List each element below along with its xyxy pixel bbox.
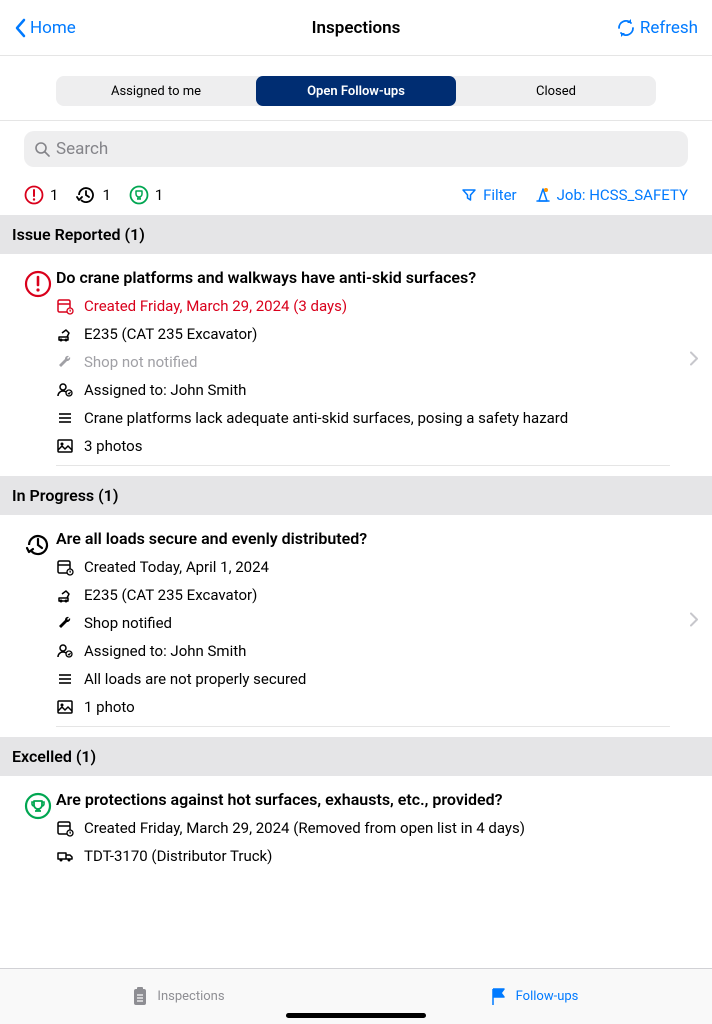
item-title: Are all loads secure and evenly distribu…: [56, 529, 670, 548]
job-label: Job: HCSS_SAFETY: [557, 186, 688, 204]
section-header-excelled: Excelled (1): [0, 737, 712, 776]
item-shop: Shop notified: [84, 614, 172, 632]
filter-label: Filter: [483, 186, 517, 204]
tab-followups-label: Follow-ups: [516, 989, 579, 1004]
search-container: Search: [0, 120, 712, 175]
wrench-icon: [56, 353, 74, 371]
item-equipment-row: TDT-3170 (Distributor Truck): [56, 847, 670, 865]
filter-bar: 1 1 1 Filter Job: HCSS_SAFETY: [0, 175, 712, 215]
followup-item[interactable]: Are protections against hot surfaces, ex…: [0, 776, 712, 875]
excavator-icon: [56, 325, 74, 343]
item-notes-row: Crane platforms lack adequate anti-skid …: [56, 409, 670, 427]
item-photos-row: 1 photo: [56, 698, 670, 716]
item-equipment: E235 (CAT 235 Excavator): [84, 586, 257, 604]
calendar-icon: [56, 558, 74, 576]
alert-icon: [24, 185, 44, 205]
back-label: Home: [30, 18, 76, 38]
stat-excelled-count: 1: [155, 186, 163, 204]
refresh-button[interactable]: Refresh: [616, 18, 698, 38]
item-created: Created Today, April 1, 2024: [84, 558, 269, 576]
list-icon: [56, 670, 74, 688]
calendar-icon: [56, 819, 74, 837]
wrench-icon: [56, 614, 74, 632]
nav-header: Home Inspections Refresh: [0, 0, 712, 56]
stat-issue-count: 1: [50, 186, 58, 204]
list-icon: [56, 409, 74, 427]
tab-inspections-label: Inspections: [157, 989, 224, 1004]
item-created-row: Created Friday, March 29, 2024 (Removed …: [56, 819, 670, 837]
history-icon: [76, 185, 96, 205]
search-placeholder: Search: [56, 139, 108, 159]
flag-icon: [490, 987, 508, 1007]
tab-assigned[interactable]: Assigned to me: [56, 76, 256, 106]
tab-open-followups[interactable]: Open Follow-ups: [256, 76, 456, 106]
calendar-icon: [56, 297, 74, 315]
search-input[interactable]: Search: [24, 131, 688, 167]
item-equipment: E235 (CAT 235 Excavator): [84, 325, 257, 343]
user-icon: [56, 381, 74, 399]
item-photos-row: 3 photos: [56, 437, 670, 455]
item-title: Do crane platforms and walkways have ant…: [56, 268, 670, 287]
truck-icon: [56, 847, 74, 865]
stat-issue: 1: [24, 185, 58, 205]
back-button[interactable]: Home: [14, 18, 76, 38]
item-notes: Crane platforms lack adequate anti-skid …: [84, 409, 568, 427]
item-created-row: Created Today, April 1, 2024: [56, 558, 670, 576]
search-icon: [34, 141, 50, 157]
stat-excelled: 1: [129, 185, 163, 205]
followup-item[interactable]: Do crane platforms and walkways have ant…: [0, 254, 712, 466]
followup-item[interactable]: Are all loads secure and evenly distribu…: [0, 515, 712, 727]
segmented-control-container: Assigned to me Open Follow-ups Closed: [0, 56, 712, 120]
item-shop-row: Shop notified: [56, 614, 670, 632]
item-created: Created Friday, March 29, 2024 (Removed …: [84, 819, 525, 837]
trophy-icon: [24, 792, 52, 820]
item-shop: Shop not notified: [84, 353, 197, 371]
home-indicator: [286, 1013, 426, 1018]
page-title: Inspections: [312, 18, 401, 38]
refresh-label: Refresh: [640, 18, 698, 38]
job-button[interactable]: Job: HCSS_SAFETY: [535, 186, 688, 204]
user-icon: [56, 642, 74, 660]
refresh-icon: [616, 18, 636, 38]
chevron-left-icon: [14, 18, 26, 38]
stat-progress: 1: [76, 185, 110, 205]
filter-button[interactable]: Filter: [461, 186, 517, 204]
item-created-row: Created Friday, March 29, 2024 (3 days): [56, 297, 670, 315]
segmented-control: Assigned to me Open Follow-ups Closed: [56, 76, 656, 106]
stat-progress-count: 1: [102, 186, 110, 204]
item-equipment-row: E235 (CAT 235 Excavator): [56, 325, 670, 343]
item-equipment-row: E235 (CAT 235 Excavator): [56, 586, 670, 604]
item-assigned: Assigned to: John Smith: [84, 642, 246, 660]
tab-closed[interactable]: Closed: [456, 76, 656, 106]
chevron-right-icon: [690, 351, 698, 370]
item-title: Are protections against hot surfaces, ex…: [56, 790, 670, 809]
item-assigned-row: Assigned to: John Smith: [56, 381, 670, 399]
history-icon: [24, 531, 52, 559]
item-photos: 1 photo: [84, 698, 135, 716]
section-header-progress: In Progress (1): [0, 476, 712, 515]
item-shop-row: Shop not notified: [56, 353, 670, 371]
item-notes: All loads are not properly secured: [84, 670, 306, 688]
item-assigned-row: Assigned to: John Smith: [56, 642, 670, 660]
alert-icon: [24, 270, 52, 298]
cone-icon: [535, 187, 551, 203]
filter-icon: [461, 187, 477, 203]
item-assigned: Assigned to: John Smith: [84, 381, 246, 399]
trophy-icon: [129, 185, 149, 205]
chevron-right-icon: [690, 612, 698, 631]
photo-icon: [56, 437, 74, 455]
excavator-icon: [56, 586, 74, 604]
clipboard-icon: [131, 987, 149, 1007]
item-photos: 3 photos: [84, 437, 142, 455]
item-notes-row: All loads are not properly secured: [56, 670, 670, 688]
item-equipment: TDT-3170 (Distributor Truck): [84, 847, 272, 865]
section-header-issue: Issue Reported (1): [0, 215, 712, 254]
item-created: Created Friday, March 29, 2024 (3 days): [84, 297, 347, 315]
photo-icon: [56, 698, 74, 716]
